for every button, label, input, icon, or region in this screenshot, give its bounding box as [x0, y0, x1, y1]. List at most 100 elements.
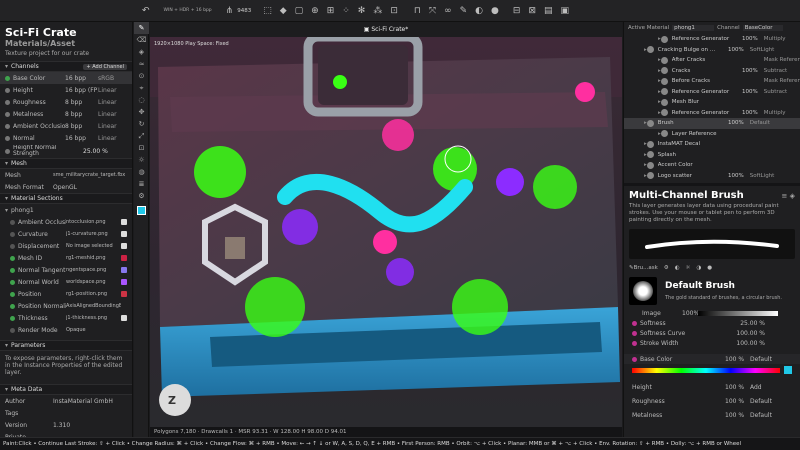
layer-row[interactable]: ▸ Before CracksMask Reference — [624, 76, 800, 87]
grid-icon[interactable]: ⊞ — [327, 0, 335, 22]
softness-value[interactable]: 25.00 % — [725, 320, 765, 327]
color-swatch[interactable] — [134, 206, 149, 218]
contrast-icon[interactable]: ◐ — [475, 0, 483, 22]
layer-blend[interactable]: Mask Reference — [764, 78, 800, 84]
resolution-label[interactable]: WIN + HDR + 16 bpp — [164, 8, 212, 13]
height-value[interactable]: 100 % — [725, 384, 750, 391]
base-color-swatch[interactable] — [784, 366, 792, 374]
channel-space[interactable]: Linear — [98, 99, 128, 106]
mesh-section-header[interactable]: ▾ Mesh — [0, 158, 132, 169]
light-tool-icon[interactable]: ☼ — [134, 154, 149, 166]
channel-row[interactable]: Height 16 bpp (FP) Linear — [0, 84, 132, 96]
map-file[interactable]: rg1-meshid.png — [66, 255, 121, 261]
height-row[interactable]: Height 100 % Add — [624, 382, 800, 392]
camera-tool-icon[interactable]: ⊡ — [134, 142, 149, 154]
layer-row[interactable]: ▸ Splash — [624, 150, 800, 161]
layer-row[interactable]: ▸ Reference Generator 100% Subtract — [624, 87, 800, 98]
mesh-row[interactable]: Mesh sme_militarycrate_target.fbx — [0, 169, 132, 181]
scale-tool-icon[interactable]: ⤢ — [134, 130, 149, 142]
viewport-tab[interactable]: ▣ Sci-Fi Crate* — [364, 26, 408, 33]
material-map-row[interactable]: Mesh ID rg1-meshid.png — [0, 252, 132, 264]
sun-icon[interactable]: ☼ — [686, 265, 691, 271]
blend-icon[interactable]: ◑ — [696, 265, 701, 271]
height-strength-value[interactable]: 25.00 % — [83, 148, 108, 155]
bake-tool-icon[interactable]: ⚙ — [134, 190, 149, 202]
layer-row[interactable]: ▸ Accent Color — [624, 160, 800, 171]
layers-tool-icon[interactable]: ≣ — [134, 178, 149, 190]
settings-icon[interactable]: ⚙ — [664, 265, 669, 271]
smudge-tool-icon[interactable]: ≈ — [134, 58, 149, 70]
channel-depth[interactable]: 8 bpp — [65, 99, 98, 106]
map-file[interactable]: AxisAlignedBoundingB — [66, 303, 121, 309]
layer-row[interactable]: ▸ Logo scatter 100% SoftLight — [624, 171, 800, 182]
brush-preset-row[interactable]: Default Brush The gold standard of brush… — [624, 274, 800, 308]
map-file[interactable]: j1-thickness.png — [66, 315, 121, 321]
material-map-row[interactable]: Normal Tangent ngentspace.png — [0, 264, 132, 276]
metalness-row[interactable]: Metalness 100 % Default — [624, 410, 800, 420]
softness-row[interactable]: Softness 25.00 % — [624, 318, 800, 328]
layer-row[interactable]: ▸ Brush 100% Default — [624, 118, 800, 129]
layer-row[interactable]: ▸ Reference Generator 100% Multiply — [624, 108, 800, 119]
channel-depth[interactable]: 16 bpp (FP) — [65, 87, 98, 94]
pattern-icon[interactable]: ⁂ — [373, 0, 382, 22]
layer-row[interactable]: ▸ Cracking Bulge on … 100% SoftLight — [624, 45, 800, 56]
map-file[interactable]: ngentspace.png — [66, 267, 121, 273]
layer-blend[interactable]: SoftLight — [750, 47, 780, 53]
image-gradient-slider[interactable] — [698, 310, 778, 316]
metalness-value[interactable]: 100 % — [725, 412, 750, 419]
softness-curve-row[interactable]: Softness Curve 100.00 % — [624, 328, 800, 338]
transform-icon[interactable]: ⤧ — [429, 0, 436, 22]
map-file[interactable]: ntocclusion.png — [66, 219, 121, 225]
material-map-row[interactable]: Position NormalizationAxisAlignedBoundin… — [0, 300, 132, 312]
camera-icon[interactable]: ⊡ — [390, 0, 398, 22]
mesh-format-value[interactable]: OpenGL — [53, 184, 77, 191]
softness-curve-value[interactable]: 100.00 % — [725, 330, 765, 337]
channel-row[interactable]: Ambient Occlusion 8 bpp Linear — [0, 120, 132, 132]
height-normal-strength-row[interactable]: Height Normal Strength 25.00 % — [0, 144, 132, 158]
layer-opacity[interactable]: 100% — [740, 68, 758, 74]
channel-space[interactable]: Linear — [98, 135, 128, 142]
layer-row[interactable]: ▸ Reference Generator 100% Multiply — [624, 34, 800, 45]
channel-depth[interactable]: 16 bpp — [65, 135, 98, 142]
contrast-icon[interactable]: ◐ — [675, 265, 680, 271]
color-picker-row[interactable] — [624, 364, 800, 376]
wrench-icon[interactable]: ✎ — [460, 0, 468, 22]
hue-slider[interactable] — [632, 367, 781, 373]
channel-space[interactable]: Linear — [98, 111, 128, 118]
import-icon[interactable]: ⊟ — [513, 0, 521, 22]
base-color-mode[interactable]: Default — [750, 356, 772, 363]
link-icon[interactable]: ∞ — [444, 0, 452, 22]
map-file[interactable]: Opaque — [66, 327, 121, 333]
layer-row[interactable]: ▸ Layer Reference — [624, 129, 800, 140]
channels-section-header[interactable]: ▾ Channels + Add Channel — [0, 61, 132, 72]
material-sections-header[interactable]: ▾ Material Sections — [0, 193, 132, 204]
map-file[interactable]: worldspace.png — [66, 279, 121, 285]
material-map-row[interactable]: Displacement No image selected — [0, 240, 132, 252]
layer-blend[interactable]: Mask Reference — [764, 57, 800, 63]
roughness-mode[interactable]: Default — [750, 398, 772, 405]
channel-row[interactable]: Base Color 16 bpp sRGB — [0, 72, 132, 84]
roughness-row[interactable]: Roughness 100 % Default — [624, 396, 800, 406]
layer-opacity[interactable]: 100% — [726, 173, 744, 179]
layer-blend[interactable]: SoftLight — [750, 173, 780, 179]
layer-opacity[interactable]: 100% — [740, 89, 758, 95]
layer-opacity[interactable]: 100% — [726, 120, 744, 126]
channel-select[interactable]: BaseColor — [742, 25, 783, 31]
stack-icon[interactable]: ≡ ◈ — [782, 192, 795, 200]
clone-tool-icon[interactable]: ⊙ — [134, 70, 149, 82]
channel-row[interactable]: Normal 16 bpp Linear — [0, 132, 132, 144]
base-color-row[interactable]: Base Color 100 % Default — [624, 354, 800, 364]
metalness-mode[interactable]: Default — [750, 412, 772, 419]
mesh-format-row[interactable]: Mesh Format OpenGL — [0, 181, 132, 193]
stroke-width-row[interactable]: Stroke Width 100.00 % — [624, 338, 800, 348]
layer-blend[interactable]: Multiply — [764, 110, 794, 116]
cube-icon[interactable]: ⬚ — [263, 0, 272, 22]
height-mode[interactable]: Add — [750, 384, 762, 391]
settings-icon[interactable]: ✻ — [358, 0, 366, 22]
add-channel-button[interactable]: + Add Channel — [83, 63, 127, 70]
material-map-row[interactable]: Normal World worldspace.png — [0, 276, 132, 288]
layer-blend[interactable]: Subtract — [764, 68, 794, 74]
layer-blend[interactable]: Subtract — [764, 89, 794, 95]
3d-viewport[interactable]: Z 1920×1080 Play Space: Fixed — [150, 37, 622, 427]
brush-mask-tab[interactable]: Bru...ask — [634, 265, 658, 271]
